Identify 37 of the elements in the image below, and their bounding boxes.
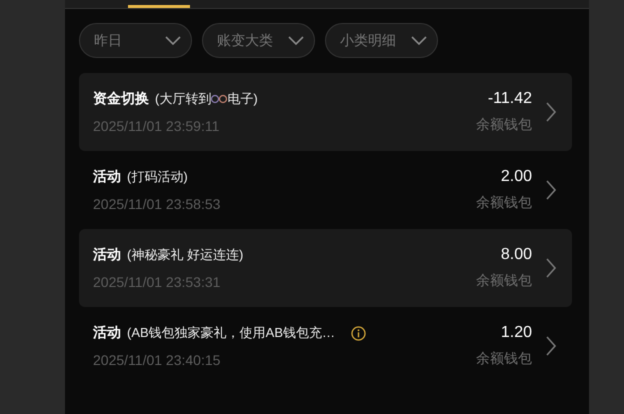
record-amount: -11.42 bbox=[488, 90, 532, 108]
chevron-right-icon bbox=[546, 336, 556, 356]
record-amount: 2.00 bbox=[500, 168, 532, 186]
chevron-right-icon bbox=[546, 180, 556, 200]
chevron-right-icon bbox=[546, 102, 556, 122]
record-title: 活动 bbox=[93, 324, 121, 342]
record-amount: 8.00 bbox=[500, 246, 532, 264]
filter-dropdown[interactable]: 账变大类 bbox=[202, 23, 315, 58]
record-detail: (大厅转到 电子) bbox=[155, 90, 258, 108]
record-title: 资金切换 bbox=[93, 90, 149, 108]
record-amount: 1.20 bbox=[500, 324, 532, 342]
record-time: 2025/11/01 23:53:31 bbox=[93, 274, 222, 290]
chevron-down-icon bbox=[165, 36, 181, 45]
wallet-label: 余额钱包 bbox=[476, 272, 532, 290]
record-time: 2025/11/01 23:59:11 bbox=[93, 118, 220, 134]
wallet-label: 余额钱包 bbox=[476, 116, 532, 134]
logo-icon bbox=[211, 94, 228, 104]
record-row[interactable]: 活动 (神秘豪礼 好运连连) 2025/11/01 23:53:31 8.00 余额钱包 bbox=[79, 229, 572, 307]
record-detail: (AB钱包独家豪礼，使用AB钱包充… bbox=[127, 324, 336, 342]
filter-dropdown[interactable]: 昨日 bbox=[79, 23, 192, 58]
record-time: 2025/11/01 23:40:15 bbox=[93, 352, 222, 368]
chevron-down-icon bbox=[288, 36, 304, 45]
record-row[interactable]: 资金切换 (大厅转到 电子) 2025/11/01 23:59:11 -11.42 余额钱包 bbox=[79, 73, 572, 151]
filter-dropdown[interactable]: 小类明细 bbox=[325, 23, 438, 58]
record-time: 2025/11/01 23:58:53 bbox=[93, 196, 222, 212]
tab-indicator bbox=[128, 5, 190, 8]
record-title: 活动 bbox=[93, 246, 121, 264]
info-icon[interactable] bbox=[351, 326, 366, 340]
chevron-right-icon bbox=[546, 258, 556, 278]
chevron-down-icon bbox=[411, 36, 427, 45]
record-detail: (神秘豪礼 好运连连) bbox=[127, 246, 244, 264]
record-title: 活动 bbox=[93, 168, 121, 186]
record-row[interactable]: 活动 (AB钱包独家豪礼，使用AB钱包充… 2025/11/01 23:40:15 1.20 余额钱包 bbox=[79, 307, 572, 385]
wallet-label: 余额钱包 bbox=[476, 350, 532, 368]
record-detail: (打码活动) bbox=[127, 168, 188, 186]
wallet-label: 余额钱包 bbox=[476, 194, 532, 212]
record-row[interactable]: 活动 (打码活动) 2025/11/01 23:58:53 2.00 余额钱包 bbox=[79, 151, 572, 229]
